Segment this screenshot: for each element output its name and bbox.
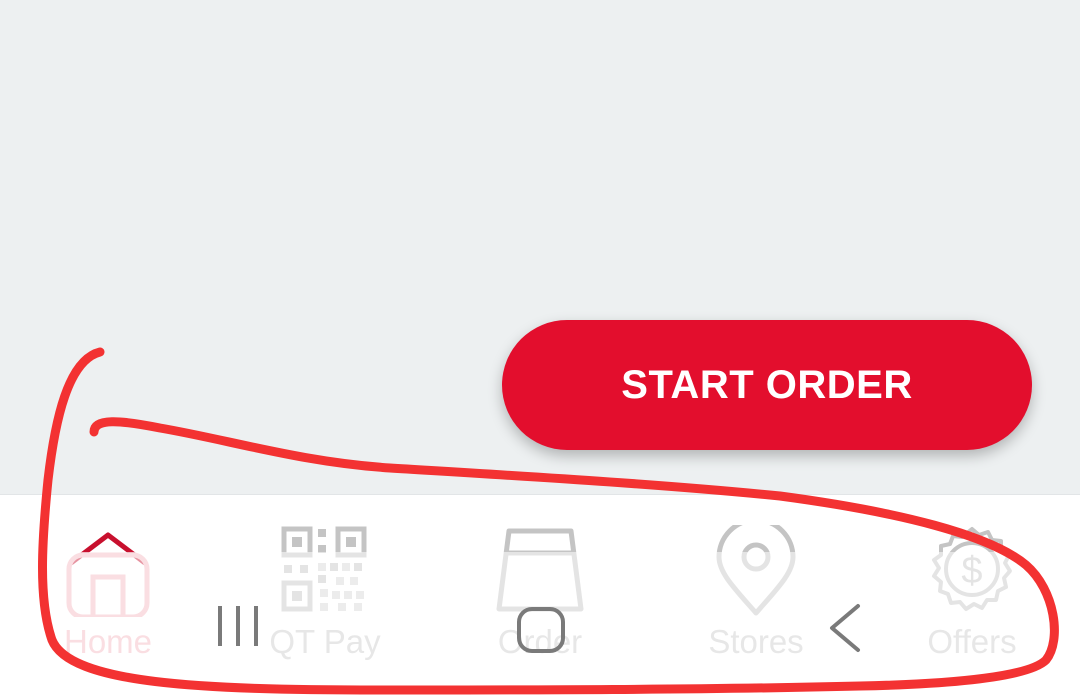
svg-text:$: $ bbox=[961, 550, 982, 592]
home-icon bbox=[63, 525, 153, 617]
home-button-icon bbox=[516, 607, 566, 658]
recent-apps-button[interactable] bbox=[214, 602, 264, 655]
location-pin-icon bbox=[711, 525, 801, 617]
nav-item-home[interactable]: Home bbox=[18, 525, 198, 675]
bottom-nav: Home QT Pay Order Stores $ Offers bbox=[0, 494, 1080, 696]
nav-label-offers: Offers bbox=[927, 623, 1017, 660]
recent-apps-icon bbox=[214, 606, 264, 654]
nav-label-home: Home bbox=[63, 623, 153, 660]
system-home-button[interactable] bbox=[516, 606, 566, 659]
cup-icon bbox=[495, 525, 585, 617]
system-back-button[interactable] bbox=[826, 602, 866, 659]
dollar-badge-icon: $ bbox=[927, 525, 1017, 617]
nav-item-stores[interactable]: Stores bbox=[666, 525, 846, 675]
app-screen: START ORDER Home QT Pay Order Stores $ O… bbox=[0, 0, 1080, 696]
nav-label-stores: Stores bbox=[708, 623, 804, 660]
nav-item-offers[interactable]: $ Offers bbox=[882, 525, 1062, 675]
back-icon bbox=[826, 604, 866, 658]
nav-label-qt-pay: QT Pay bbox=[269, 623, 381, 660]
start-order-button[interactable]: START ORDER bbox=[502, 320, 1032, 450]
qr-code-icon bbox=[280, 525, 370, 617]
